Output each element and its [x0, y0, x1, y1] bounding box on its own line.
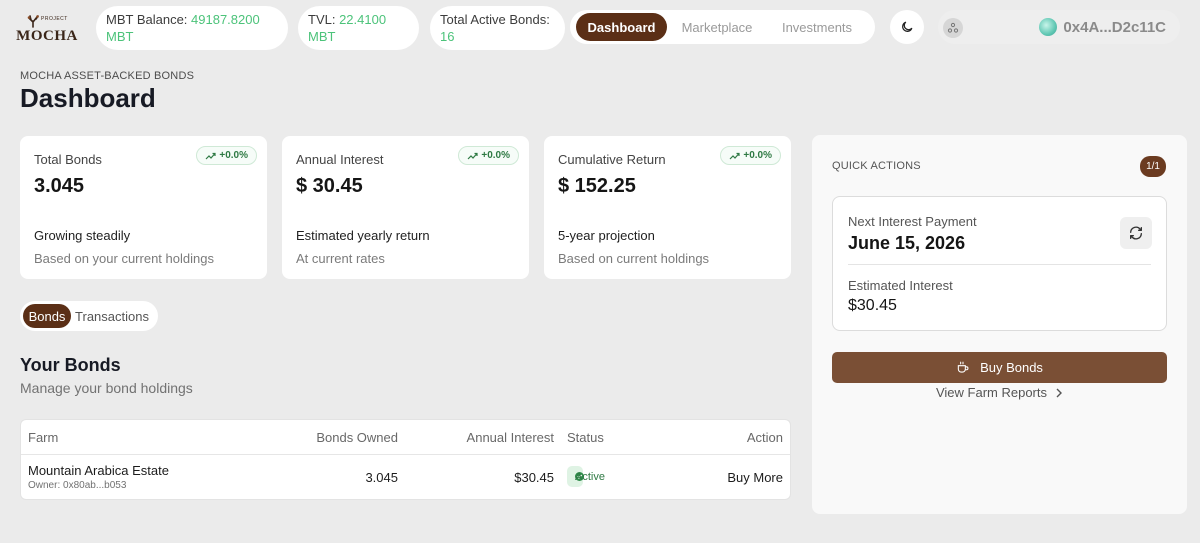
active-bonds-label: Total Active Bonds: [440, 12, 550, 27]
trend-up-icon [729, 152, 740, 159]
tree-logo-icon: PROJECT [19, 14, 75, 28]
brand-name: MOCHA [16, 28, 78, 44]
column-header-action: Action [746, 430, 783, 445]
chevron-right-icon [1056, 388, 1062, 397]
card-value: $ 30.45 [296, 175, 363, 197]
annual-interest-value: $30.45 [514, 470, 554, 485]
active-bonds-pill: Total Active Bonds: 16 [430, 6, 565, 50]
annual-interest-card: +0.0% Annual Interest $ 30.45 Estimated … [282, 136, 529, 279]
tvl-pill: TVL: 22.4100 MBT [298, 6, 419, 50]
tab-dashboard[interactable]: Dashboard [576, 13, 667, 41]
total-bonds-card: +0.0% Total Bonds 3.045 Growing steadily… [20, 136, 267, 279]
quick-actions-panel: QUICK ACTIONS 1/1 Next Interest Payment … [812, 135, 1187, 514]
refresh-icon [1130, 226, 1142, 240]
quick-actions-count-badge: 1/1 [1140, 156, 1166, 177]
wallet-avatar-icon [1039, 18, 1058, 36]
column-header-farm: Farm [28, 430, 59, 445]
trend-up-icon [467, 152, 478, 159]
next-payment-label: Next Interest Payment [848, 214, 977, 229]
active-bonds-value: 16 [440, 29, 455, 44]
tab-transactions[interactable]: Transactions [71, 304, 153, 328]
farm-name: Mountain Arabica Estate [28, 463, 169, 478]
bonds-owned-value: 3.045 [365, 470, 398, 485]
tvl-label: TVL: [308, 12, 340, 27]
mbt-balance-pill: MBT Balance: 49187.8200 MBT [96, 6, 288, 50]
next-payment-card: Next Interest Payment June 15, 2026 Esti… [832, 196, 1167, 331]
column-header-status: Status [567, 430, 604, 445]
main-nav: Dashboard Marketplace Investments [570, 10, 875, 44]
farm-owner: Owner: 0x80ab...b053 [28, 480, 127, 491]
column-header-bonds-owned: Bonds Owned [316, 430, 398, 445]
coffee-cup-icon [957, 361, 969, 373]
card-value: 3.045 [34, 175, 85, 197]
next-payment-date: June 15, 2026 [848, 233, 966, 253]
table-row: Mountain Arabica Estate Owner: 0x80ab...… [21, 455, 790, 500]
bonds-table: Farm Bonds Owned Annual Interest Status … [20, 419, 791, 500]
card-subtext: Based on your current holdings [34, 251, 214, 266]
card-subtext: At current rates [296, 251, 385, 266]
theme-toggle-button[interactable] [890, 10, 924, 44]
tab-investments[interactable]: Investments [767, 13, 867, 41]
mbt-balance-label: MBT Balance: [106, 12, 192, 27]
moon-icon [902, 21, 913, 32]
table-header: Farm Bonds Owned Annual Interest Status … [21, 420, 790, 455]
tvl-value: 22.4100 [339, 12, 387, 27]
change-badge-text: +0.0% [219, 150, 248, 161]
refresh-button[interactable] [1120, 217, 1152, 249]
bonds-tabs: Bonds Transactions [20, 301, 158, 331]
trend-up-icon [205, 152, 216, 159]
brand-small-text: PROJECT [41, 16, 68, 22]
section-title: Your Bonds [20, 355, 121, 375]
card-subtext: Based on current holdings [558, 251, 710, 266]
estimated-interest-label: Estimated Interest [848, 278, 953, 293]
status-badge: Active [567, 466, 605, 487]
change-badge: +0.0% [196, 146, 257, 165]
divider [848, 264, 1151, 265]
change-badge: +0.0% [458, 146, 519, 165]
section-subtitle: Manage your bond holdings [20, 380, 193, 396]
mbt-balance-value: 49187.8200 [191, 12, 260, 27]
card-value: $ 152.25 [558, 175, 636, 197]
cumulative-return-card: +0.0% Cumulative Return $ 152.25 5-year … [544, 136, 791, 279]
view-farm-reports-link[interactable]: View Farm Reports [812, 385, 1187, 400]
page-eyebrow: MOCHA ASSET-BACKED BONDS [20, 70, 195, 82]
tvl-unit: MBT [308, 29, 336, 44]
change-badge-text: +0.0% [481, 150, 510, 161]
quick-actions-title: QUICK ACTIONS [832, 160, 921, 172]
column-header-annual-interest: Annual Interest [466, 430, 554, 445]
mbt-balance-unit: MBT [106, 29, 134, 44]
tab-bonds[interactable]: Bonds [23, 304, 71, 328]
page-title: Dashboard [20, 83, 156, 113]
card-description: Estimated yearly return [296, 228, 430, 243]
buy-bonds-button[interactable]: Buy Bonds [832, 352, 1167, 383]
brand-logo[interactable]: PROJECT MOCHA [16, 14, 78, 44]
change-badge-text: +0.0% [743, 150, 772, 161]
buy-more-button[interactable]: Buy More [727, 470, 783, 485]
estimated-interest-value: $30.45 [848, 297, 897, 314]
network-button[interactable] [936, 12, 970, 44]
card-description: 5-year projection [558, 228, 655, 243]
card-description: Growing steadily [34, 228, 131, 243]
wallet-button[interactable]: 0x4A...D2c11C [938, 10, 1180, 44]
buy-bonds-label: Buy Bonds [980, 360, 1043, 375]
change-badge: +0.0% [720, 146, 781, 165]
view-farm-reports-label: View Farm Reports [935, 385, 1047, 400]
tab-marketplace[interactable]: Marketplace [667, 13, 767, 41]
status-text: Active [575, 470, 605, 483]
wallet-address: 0x4A...D2c11C [1063, 18, 1166, 36]
network-icon [943, 18, 963, 38]
